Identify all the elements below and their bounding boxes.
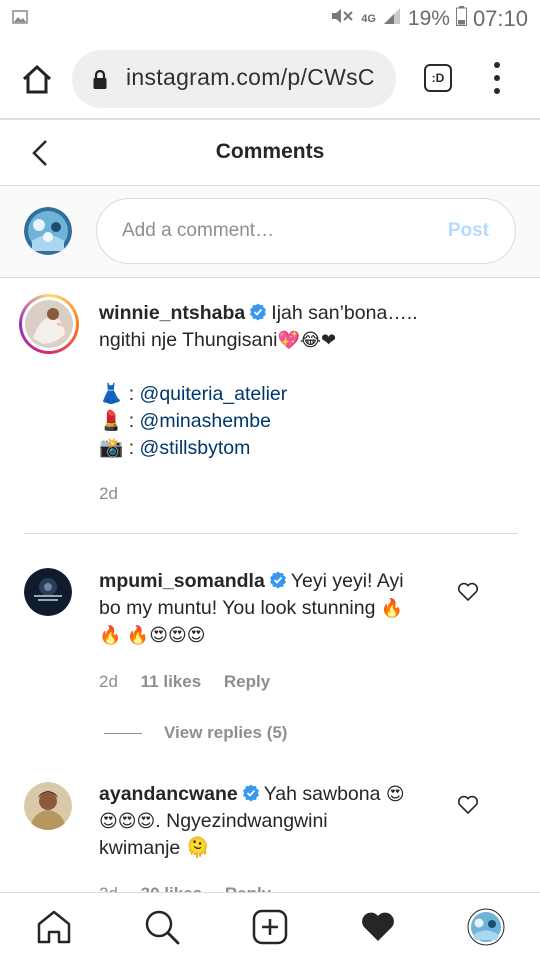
- fire-emoji: 🔥: [99, 625, 122, 645]
- verified-badge-icon: [249, 302, 267, 321]
- like-heart-icon[interactable]: [457, 582, 479, 602]
- battery-icon: [455, 6, 467, 32]
- divider: [24, 533, 518, 534]
- network-type: 4G: [361, 12, 376, 25]
- comment-text-line1: Ijah san’bona…..: [271, 302, 418, 324]
- heart-eyes-emoji: 😍: [117, 811, 137, 831]
- comment-meta: 2d 30 likes Reply: [99, 884, 289, 892]
- comment-username[interactable]: mpumi_somandla: [99, 570, 265, 592]
- comment-time: 2d: [99, 484, 118, 503]
- comment-username[interactable]: ayandancwane: [99, 783, 238, 805]
- heart-eyes-emoji: 😍: [99, 811, 118, 831]
- sparkling-heart-emoji: 💖: [277, 330, 300, 350]
- comment-meta: 2d: [99, 484, 136, 504]
- credit-emoji: 📸: [99, 437, 124, 459]
- post-button[interactable]: Post: [448, 220, 489, 242]
- comment-text-line2: ngithi nje Thungisani: [99, 329, 278, 351]
- comments-list: winnie_ntshaba Ijah san’bona….. ngithi nj…: [0, 278, 540, 892]
- url-text: instagram.com/p/CWsC: [126, 64, 375, 90]
- red-heart-emoji: ❤: [321, 330, 337, 350]
- add-comment-bar: Add a comment… Post: [0, 187, 540, 278]
- comment-text-line3: kwimanje 🫠: [99, 837, 210, 859]
- verified-badge-icon: [242, 783, 260, 802]
- address-bar[interactable]: instagram.com/p/CWsC: [72, 50, 396, 108]
- mention-link[interactable]: @quiteria_atelier: [140, 383, 288, 405]
- comment-time: 2d: [99, 672, 118, 691]
- tab-switcher-button[interactable]: :D: [424, 64, 452, 92]
- avatar[interactable]: [24, 568, 72, 616]
- browser-toolbar: instagram.com/p/CWsC :D: [0, 38, 540, 120]
- heart-eyes-emoji: 😍: [136, 811, 156, 831]
- lock-icon: [92, 69, 108, 95]
- credit-emoji: 👗: [99, 383, 124, 405]
- comment-likes[interactable]: 30 likes: [141, 884, 202, 892]
- heart-eyes-emoji: 😍: [385, 784, 405, 804]
- verified-badge-icon: [269, 570, 287, 589]
- heart-eyes-emoji: 😍: [168, 625, 187, 645]
- activity-heart-icon[interactable]: [359, 908, 397, 946]
- view-replies-button[interactable]: View replies (5): [104, 723, 287, 743]
- comment-body: mpumi_somandla Yeyi yeyi! Ayi bo my muntu…: [99, 568, 444, 649]
- heart-eyes-emoji: 😍: [186, 625, 206, 645]
- fire-emoji: 🔥: [126, 625, 150, 645]
- clock: 07:10: [472, 6, 528, 31]
- comment-text-line2: . Ngyezindwangwini: [155, 810, 328, 832]
- search-icon[interactable]: [143, 908, 181, 946]
- avatar[interactable]: [19, 294, 79, 354]
- battery-percent: 19%: [407, 7, 450, 30]
- signal-icon: [382, 7, 402, 31]
- mute-icon: [329, 6, 355, 32]
- credit-emoji: 💄: [99, 410, 124, 432]
- page-title: Comments: [215, 140, 325, 163]
- home-icon[interactable]: [20, 62, 54, 96]
- replies-line: [104, 732, 142, 734]
- profile-avatar[interactable]: [467, 908, 505, 946]
- reply-button[interactable]: Reply: [224, 672, 270, 691]
- overflow-menu-icon[interactable]: [488, 62, 506, 94]
- mention-link[interactable]: @minashembe: [140, 410, 271, 432]
- comment-username[interactable]: winnie_ntshaba: [99, 302, 245, 324]
- mention-link[interactable]: @stillsbytom: [140, 437, 251, 459]
- my-avatar: [24, 207, 72, 255]
- home-icon[interactable]: [35, 908, 73, 946]
- like-heart-icon[interactable]: [457, 795, 479, 815]
- heart-eyes-emoji: 😍: [149, 625, 169, 645]
- comments-header: Comments: [0, 120, 540, 186]
- comment-likes[interactable]: 11 likes: [141, 672, 202, 691]
- comment-text-line1: Yah sawbona: [263, 783, 381, 805]
- avatar[interactable]: [24, 782, 72, 830]
- status-bar: 4G 19% 07:10: [0, 0, 540, 38]
- laughing-emoji: 😂: [299, 330, 321, 350]
- new-post-icon[interactable]: [251, 908, 289, 946]
- comment-text-line2: bo my muntu! You look stunning: [99, 597, 376, 619]
- comment-body: ayandancwane Yah sawbona 😍 😍😍😍. Ngyezindw…: [99, 781, 439, 862]
- comment-placeholder: Add a comment…: [122, 220, 275, 241]
- comment-body: winnie_ntshaba Ijah san’bona….. ngithi nj…: [99, 302, 418, 459]
- reply-button[interactable]: Reply: [225, 884, 271, 892]
- fire-emoji: 🔥: [380, 598, 404, 618]
- comment-input[interactable]: Add a comment… Post: [96, 198, 516, 264]
- bottom-navigation: [0, 892, 540, 960]
- comment-text-line1: Yeyi yeyi! Ayi: [290, 570, 404, 592]
- comment-meta: 2d 11 likes Reply: [99, 672, 288, 692]
- view-replies-label: View replies (5): [164, 723, 288, 742]
- gallery-notification-icon: [12, 10, 28, 29]
- comment-time: 2d: [99, 884, 118, 892]
